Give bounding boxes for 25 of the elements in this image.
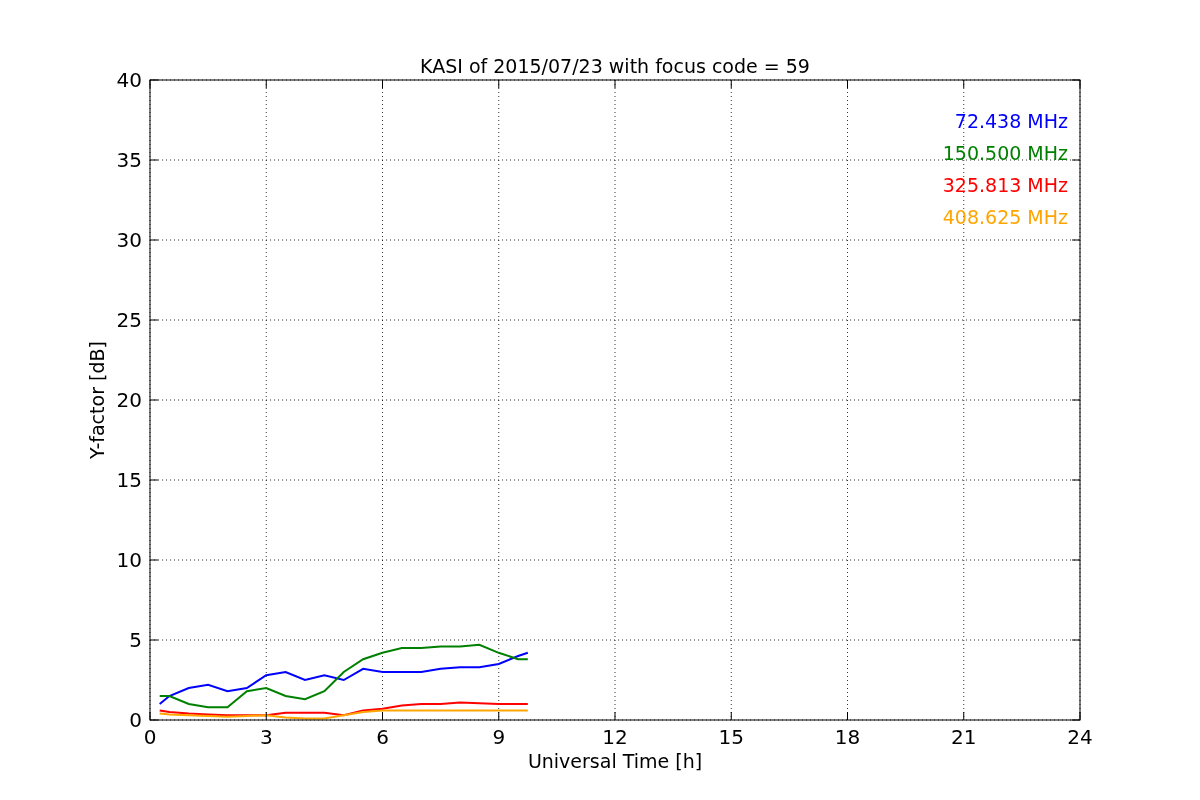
y-axis-label: Y-factor [dB]: [86, 341, 108, 459]
x-tick-label: 24: [1067, 725, 1093, 749]
y-tick-label: 25: [116, 308, 142, 332]
legend-label: 408.625 MHz: [942, 206, 1068, 228]
y-tick-label: 20: [116, 388, 142, 412]
x-tick-label: 9: [492, 725, 506, 749]
x-tick-label: 3: [259, 725, 273, 749]
y-tick-label: 10: [116, 548, 142, 572]
y-tick-label: 15: [116, 468, 142, 492]
y-tick-label: 0: [129, 708, 142, 732]
x-tick-label: 0: [143, 725, 157, 749]
chart-title: KASI of 2015/07/23 with focus code = 59: [420, 55, 810, 77]
x-tick-label: 15: [718, 725, 744, 749]
legend-label: 72.438 MHz: [954, 110, 1068, 132]
y-tick-label: 5: [129, 628, 142, 652]
y-tick-label: 35: [116, 148, 142, 172]
y-tick-label: 40: [116, 68, 142, 92]
x-tick-label: 12: [602, 725, 628, 749]
x-tick-label: 6: [376, 725, 389, 749]
legend-label: 325.813 MHz: [942, 174, 1068, 196]
legend-label: 150.500 MHz: [942, 142, 1068, 164]
x-tick-label: 21: [951, 725, 977, 749]
y-tick-label: 30: [116, 228, 142, 252]
x-axis-label: Universal Time [h]: [527, 750, 703, 772]
x-tick-label: 18: [834, 725, 861, 749]
